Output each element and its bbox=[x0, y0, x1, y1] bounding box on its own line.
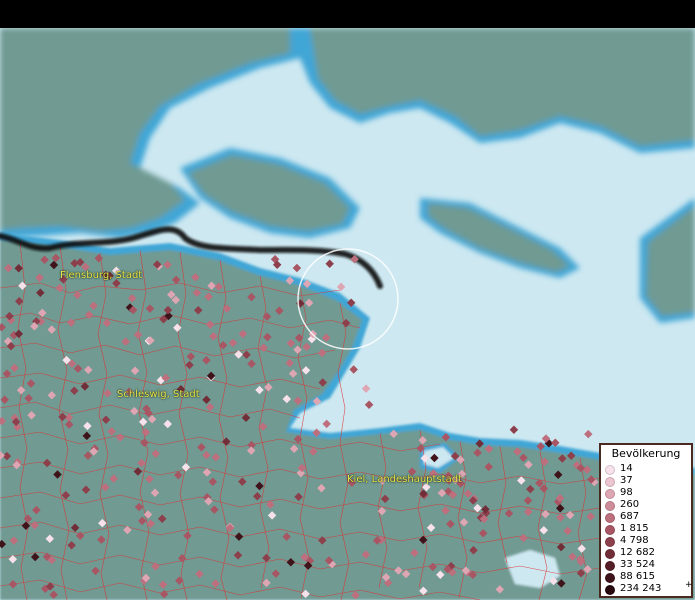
legend-label: 687 bbox=[620, 511, 640, 522]
legend-plus-mark: + bbox=[685, 580, 693, 590]
population-legend: Bevölkerung 14 37 98 260 687 1 815 4 798… bbox=[599, 443, 693, 598]
legend-swatch bbox=[605, 501, 615, 511]
legend-entry: 234 243 + bbox=[601, 580, 693, 595]
legend-label: 88 615 bbox=[620, 571, 655, 582]
legend-entry: 12 682 bbox=[601, 547, 693, 559]
legend-entry: 687 bbox=[601, 511, 693, 523]
city-label-flensburg: Flensburg, Stadt bbox=[60, 270, 143, 281]
legend-entry: 33 524 bbox=[601, 559, 693, 571]
legend-entry: 88 615 bbox=[601, 571, 693, 583]
map-viewer: Flensburg, Stadt Schleswig, Stadt Kiel, … bbox=[0, 0, 695, 600]
legend-entry: 14 bbox=[601, 463, 693, 475]
population-map[interactable]: Flensburg, Stadt Schleswig, Stadt Kiel, … bbox=[0, 28, 695, 600]
legend-label: 12 682 bbox=[620, 547, 655, 558]
legend-entry: 1 815 bbox=[601, 523, 693, 535]
legend-label: 4 798 bbox=[620, 535, 649, 546]
legend-swatch bbox=[605, 525, 615, 535]
legend-label: 33 524 bbox=[620, 559, 655, 570]
legend-swatch bbox=[605, 537, 615, 547]
legend-label: 98 bbox=[620, 487, 633, 498]
legend-title: Bevölkerung bbox=[611, 447, 681, 460]
legend-swatch bbox=[605, 513, 615, 523]
top-bar bbox=[0, 0, 695, 28]
map-canvas[interactable] bbox=[0, 28, 695, 600]
legend-label: 37 bbox=[620, 475, 633, 486]
legend-swatch bbox=[605, 573, 615, 583]
legend-swatch bbox=[605, 477, 615, 487]
legend-entry: 98 bbox=[601, 487, 693, 499]
legend-label: 1 815 bbox=[620, 523, 649, 534]
legend-swatch bbox=[605, 585, 615, 595]
legend-label: 260 bbox=[620, 499, 640, 510]
legend-swatch bbox=[605, 561, 615, 571]
legend-swatch bbox=[605, 549, 615, 559]
legend-entry: 260 bbox=[601, 499, 693, 511]
legend-entry: 37 bbox=[601, 475, 693, 487]
city-label-schleswig: Schleswig, Stadt bbox=[117, 389, 200, 400]
legend-label: 234 243 bbox=[620, 583, 662, 594]
city-label-kiel: Kiel, Landeshauptstadt bbox=[347, 474, 462, 485]
legend-entry: 4 798 bbox=[601, 535, 693, 547]
legend-swatch bbox=[605, 489, 615, 499]
legend-label: 14 bbox=[620, 463, 633, 474]
legend-swatch bbox=[605, 465, 615, 475]
